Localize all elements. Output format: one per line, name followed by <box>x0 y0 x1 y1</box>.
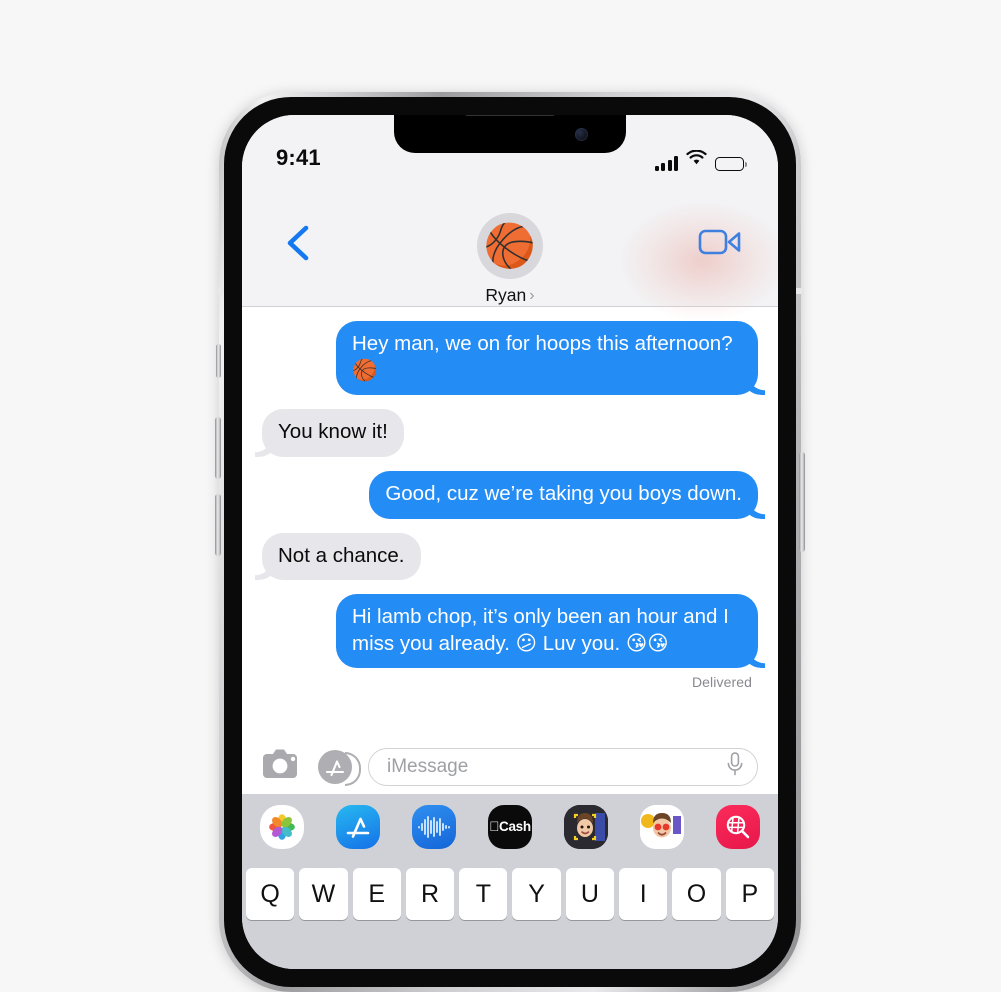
photos-app-icon[interactable] <box>260 804 304 849</box>
message-row: Good, cuz we’re taking you boys down. <box>262 470 758 519</box>
message-bubble-outgoing[interactable]: Hi lamb chop, it’s only been an hour and… <box>336 594 758 669</box>
message-bubble-outgoing[interactable]: Good, cuz we’re taking you boys down. <box>369 470 758 519</box>
delivery-status: Delivered <box>691 674 752 691</box>
key-y[interactable]: Y <box>512 868 561 920</box>
message-input-bar: iMessage <box>242 739 778 794</box>
side-power-button[interactable] <box>799 452 805 552</box>
facetime-video-button[interactable] <box>698 227 742 262</box>
message-bubble-outgoing[interactable]: Hey man, we on for hoops this afternoon?… <box>336 321 758 396</box>
audio-app-icon[interactable] <box>412 804 456 849</box>
camera-button[interactable] <box>262 748 302 785</box>
message-input-placeholder: iMessage <box>387 755 469 777</box>
display-notch <box>394 115 626 153</box>
volume-down-button[interactable] <box>215 494 221 556</box>
key-u[interactable]: U <box>565 868 615 920</box>
avatar-emoji: 🏀 <box>483 222 537 269</box>
on-screen-keyboard[interactable]: Q W E R T Y U I O P <box>242 859 778 969</box>
key-o[interactable]: O <box>672 868 721 920</box>
message-row: Hey man, we on for hoops this afternoon?… <box>262 321 758 396</box>
app-drawer-chevron-icon <box>345 751 361 786</box>
message-input-field[interactable]: iMessage <box>368 747 758 786</box>
memoji-app-icon[interactable] <box>564 804 608 849</box>
earpiece-speaker-icon <box>463 115 557 116</box>
app-store-button[interactable] <box>318 749 361 786</box>
message-bubble-incoming[interactable]: Not a chance. <box>262 532 421 581</box>
message-row: Not a chance. <box>262 532 758 581</box>
chevron-right-icon: › <box>529 286 535 304</box>
contact-name-row: Ryan › <box>485 285 534 306</box>
message-row: You know it! <box>262 409 758 457</box>
applecash-app-icon[interactable]: Cash <box>488 804 532 849</box>
memoji-stickers-app-icon[interactable] <box>640 804 684 849</box>
phone-screen: 🏀 Ryan › 9:41 Hey man, we on for hoops t… <box>242 115 778 969</box>
message-list[interactable]: Hey man, we on for hoops this afternoon?… <box>242 307 778 739</box>
microphone-button[interactable] <box>725 751 745 782</box>
phone-bezel: 🏀 Ryan › 9:41 Hey man, we on for hoops t… <box>224 97 796 987</box>
ringer-switch[interactable] <box>216 344 221 378</box>
key-e[interactable]: E <box>352 868 401 920</box>
phone-device-frame: 🏀 Ryan › 9:41 Hey man, we on for hoops t… <box>215 92 805 992</box>
images-search-app-icon[interactable] <box>716 804 760 849</box>
key-t[interactable]: T <box>459 868 508 920</box>
key-w[interactable]: W <box>299 868 348 920</box>
key-p[interactable]: P <box>725 868 774 920</box>
message-bubble-incoming[interactable]: You know it! <box>262 409 404 457</box>
front-camera-icon <box>575 128 588 141</box>
key-i[interactable]: I <box>619 868 668 920</box>
back-button[interactable] <box>280 223 314 263</box>
avatar: 🏀 <box>477 213 543 279</box>
key-q[interactable]: Q <box>246 868 295 920</box>
keyboard-row-1: Q W E R T Y U I O P <box>246 868 774 920</box>
key-r[interactable]: R <box>405 868 455 920</box>
volume-up-button[interactable] <box>215 417 221 479</box>
message-row: Hi lamb chop, it’s only been an hour and… <box>262 594 758 669</box>
antenna-line-right <box>795 288 802 294</box>
imessage-app-drawer[interactable]: Cash <box>242 794 778 859</box>
appstore-app-icon[interactable] <box>336 804 380 849</box>
contact-name: Ryan <box>485 285 527 305</box>
contact-info-button[interactable]: 🏀 Ryan › <box>477 213 543 306</box>
